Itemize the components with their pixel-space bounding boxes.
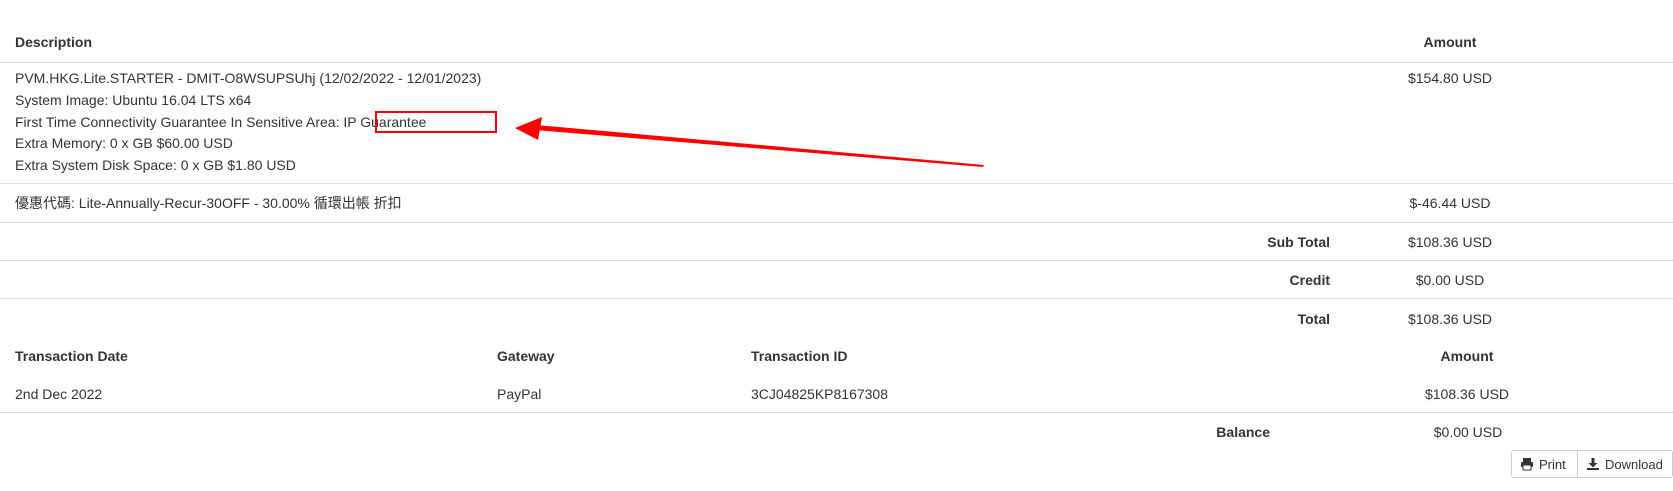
extra-disk-line: Extra System Disk Space: 0 x GB $1.80 US… — [15, 157, 296, 173]
transaction-gateway: PayPal — [497, 386, 542, 402]
transaction-date-header: Transaction Date — [15, 348, 128, 364]
subtotal-amount: $108.36 USD — [1407, 234, 1493, 250]
connectivity-line: First Time Connectivity Guarantee In Sen… — [15, 114, 427, 130]
download-button[interactable]: Download — [1577, 450, 1673, 478]
subtotal-label: Sub Total — [1267, 234, 1330, 250]
divider — [0, 222, 1673, 223]
print-label: Print — [1539, 456, 1566, 472]
total-amount: $108.36 USD — [1407, 311, 1493, 327]
extra-memory-line: Extra Memory: 0 x GB $60.00 USD — [15, 135, 233, 151]
description-header: Description — [15, 34, 93, 50]
product-title: PVM.HKG.Lite.STARTER - DMIT-O8WSUPSUhj (… — [15, 70, 482, 86]
download-icon — [1587, 458, 1599, 470]
divider — [0, 260, 1673, 261]
highlight-box — [375, 111, 497, 133]
download-label: Download — [1605, 456, 1663, 472]
divider — [0, 62, 1673, 63]
total-label: Total — [1297, 311, 1330, 327]
transaction-id-header: Transaction ID — [751, 348, 848, 364]
print-button[interactable]: Print — [1511, 450, 1578, 478]
credit-label: Credit — [1289, 272, 1330, 288]
promo-amount: $-46.44 USD — [1409, 195, 1491, 211]
transaction-amount: $108.36 USD — [1424, 386, 1510, 402]
transaction-date: 2nd Dec 2022 — [15, 386, 103, 402]
promo-code-text: 優惠代碼: Lite-Annually-Recur-30OFF - 30.00%… — [15, 195, 402, 211]
divider — [0, 298, 1673, 299]
product-amount: $154.80 USD — [1407, 70, 1493, 86]
gateway-header: Gateway — [497, 348, 555, 364]
divider — [0, 183, 1673, 184]
transaction-id: 3CJ04825KP8167308 — [751, 386, 889, 402]
credit-amount: $0.00 USD — [1415, 272, 1485, 288]
amount-header: Amount — [1423, 34, 1477, 50]
balance-amount: $0.00 USD — [1433, 424, 1503, 440]
system-image-line: System Image: Ubuntu 16.04 LTS x64 — [15, 92, 252, 108]
balance-label: Balance — [1216, 424, 1270, 440]
printer-icon — [1521, 458, 1533, 471]
transaction-amount-header: Amount — [1440, 348, 1494, 364]
divider — [0, 412, 1673, 413]
